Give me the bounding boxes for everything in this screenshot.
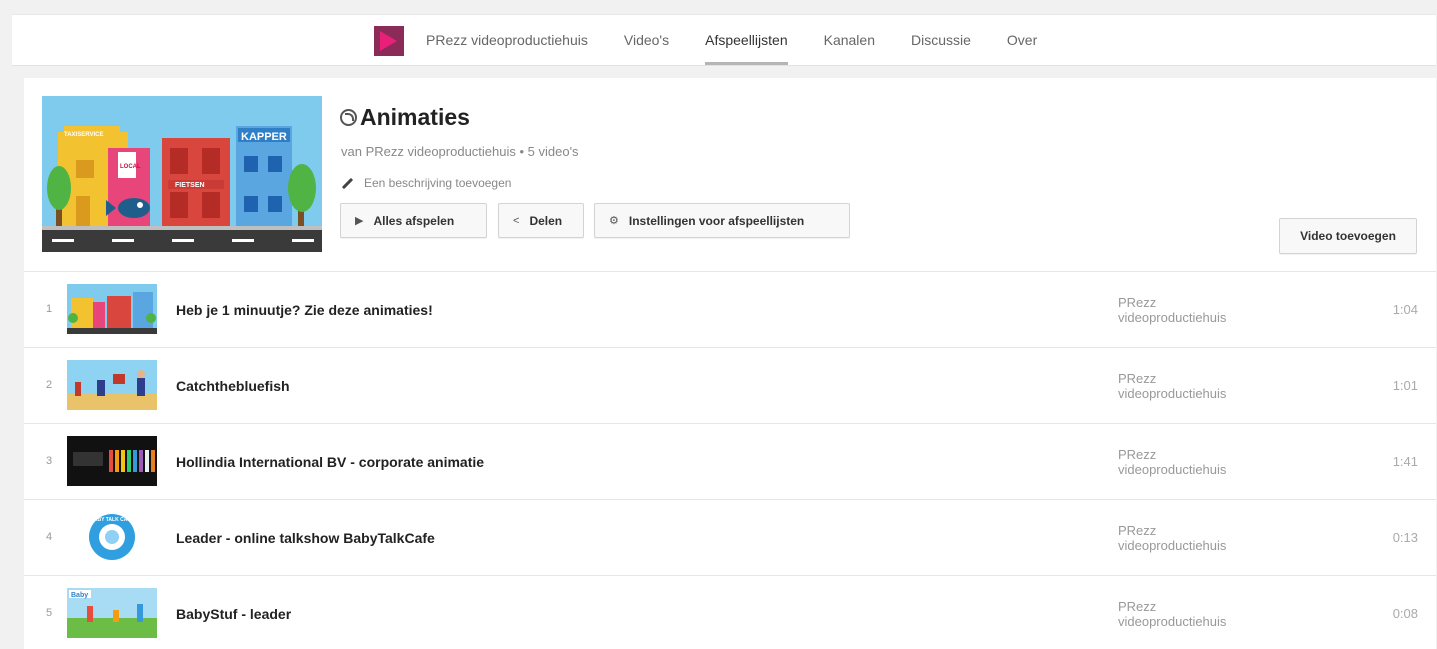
owner-line-2: videoproductiehuis: [1118, 386, 1227, 401]
playlist-settings-label: Instellingen voor afspeellijsten: [628, 213, 805, 228]
add-video-button[interactable]: Video toevoegen: [1279, 218, 1417, 254]
hero-sign-local: LOCAL: [120, 164, 141, 170]
video-owner[interactable]: PRezz videoproductiehuis: [1118, 447, 1268, 477]
video-title[interactable]: Hollindia International BV - corporate a…: [176, 454, 484, 470]
tab-playlists[interactable]: Afspeellijsten: [705, 15, 788, 67]
video-thumbnail[interactable]: [67, 284, 157, 334]
thumbnail-street-image: [67, 284, 157, 334]
owner-line-1: PRezz: [1118, 523, 1157, 538]
playlist-video-row[interactable]: 3 Hollindia International BV - corporate…: [24, 424, 1436, 500]
channel-nav: PRezz videoproductiehuis Video's Afspeel…: [374, 15, 1073, 67]
playlist-video-row[interactable]: 4 BABY TALK CAFE Leader - online talksho…: [24, 500, 1436, 576]
playlist-video-row[interactable]: 2 Catchthebluefish PRezz videoproductieh…: [24, 348, 1436, 424]
video-title[interactable]: BabyStuf - leader: [176, 606, 291, 622]
play-icon: ▶: [355, 215, 364, 227]
playlist-panel: TAXISERVICE LOCAL FIETSEN KAPPER Animati…: [24, 78, 1436, 649]
playlist-settings-button[interactable]: ⚙ Instellingen voor afspeellijsten: [594, 203, 850, 238]
channel-nav-bar: PRezz videoproductiehuis Video's Afspeel…: [12, 14, 1436, 66]
playlist-header: TAXISERVICE LOCAL FIETSEN KAPPER Animati…: [24, 78, 1436, 272]
share-button[interactable]: < Delen: [498, 203, 584, 238]
thumbnail-babystuf-image: Baby: [67, 588, 157, 638]
video-owner[interactable]: PRezz videoproductiehuis: [1118, 371, 1268, 401]
play-all-label: Alles afspelen: [373, 213, 455, 228]
video-index: 1: [46, 303, 53, 315]
tab-videos[interactable]: Video's: [624, 15, 669, 67]
video-thumbnail[interactable]: Baby: [67, 588, 157, 638]
owner-line-2: videoproductiehuis: [1118, 310, 1227, 325]
video-owner[interactable]: PRezz videoproductiehuis: [1118, 295, 1268, 325]
playlist-video-row[interactable]: 1 Heb je 1 minuutje? Zie deze animaties!…: [24, 272, 1436, 348]
video-thumbnail[interactable]: BABY TALK CAFE: [67, 512, 157, 562]
add-description-label: Een beschrijving toevoegen: [364, 176, 512, 190]
playlist-thumbnail[interactable]: TAXISERVICE LOCAL FIETSEN KAPPER: [42, 96, 322, 252]
video-index: 2: [46, 379, 53, 391]
owner-line-1: PRezz: [1118, 599, 1157, 614]
owner-line-2: videoproductiehuis: [1118, 538, 1227, 553]
video-title[interactable]: Leader - online talkshow BabyTalkCafe: [176, 530, 435, 546]
hero-sign-taxi: TAXISERVICE: [64, 132, 103, 138]
owner-line-2: videoproductiehuis: [1118, 614, 1227, 629]
babystuf-logo-text: Baby: [71, 592, 88, 599]
video-index: 3: [46, 455, 53, 467]
thumbnail-fish-image: [67, 360, 157, 410]
video-thumbnail[interactable]: [67, 436, 157, 486]
owner-line-1: PRezz: [1118, 295, 1157, 310]
add-video-label: Video toevoegen: [1300, 229, 1396, 243]
public-globe-icon: [340, 109, 357, 126]
thumbnail-bars-image: [67, 436, 157, 486]
tab-channel-home[interactable]: PRezz videoproductiehuis: [426, 15, 588, 67]
tab-channels[interactable]: Kanalen: [824, 15, 875, 67]
video-duration: 0:08: [1392, 606, 1418, 621]
owner-line-2: videoproductiehuis: [1118, 462, 1227, 477]
tab-discussion[interactable]: Discussie: [911, 15, 971, 67]
video-index: 4: [46, 531, 53, 543]
channel-logo-icon[interactable]: [374, 26, 404, 56]
play-all-button[interactable]: ▶ Alles afspelen: [340, 203, 487, 238]
video-owner[interactable]: PRezz videoproductiehuis: [1118, 599, 1268, 629]
video-owner[interactable]: PRezz videoproductiehuis: [1118, 523, 1268, 553]
video-duration: 1:01: [1392, 378, 1418, 393]
add-description-link[interactable]: Een beschrijving toevoegen: [341, 176, 511, 190]
share-icon: <: [513, 214, 520, 227]
hero-sign-fietsen: FIETSEN: [175, 182, 205, 189]
pencil-icon: [341, 177, 354, 189]
video-duration: 0:13: [1392, 530, 1418, 545]
playlist-video-row[interactable]: 5 Baby BabyStuf - leader PRezz videoprod…: [24, 576, 1436, 649]
video-duration: 1:41: [1392, 454, 1418, 469]
tab-about[interactable]: Over: [1007, 15, 1037, 67]
playlist-byline: van PRezz videoproductiehuis • 5 video's: [341, 144, 579, 159]
street-illustration: TAXISERVICE LOCAL FIETSEN KAPPER: [42, 96, 322, 252]
playlist-title-text: Animaties: [360, 104, 470, 130]
video-duration: 1:04: [1392, 302, 1418, 317]
owner-line-1: PRezz: [1118, 371, 1157, 386]
playlist-title: Animaties: [340, 104, 470, 131]
thumbnail-babytalk-logo: BABY TALK CAFE: [67, 512, 157, 562]
share-label: Delen: [529, 213, 563, 228]
video-title[interactable]: Heb je 1 minuutje? Zie deze animaties!: [176, 302, 433, 318]
babytalk-logo-text: BABY TALK CAFE: [90, 517, 134, 523]
hero-sign-kapper: KAPPER: [241, 131, 287, 143]
video-title[interactable]: Catchthebluefish: [176, 378, 290, 394]
gear-icon: ⚙: [609, 215, 619, 227]
owner-line-1: PRezz: [1118, 447, 1157, 462]
video-index: 5: [46, 607, 53, 619]
video-thumbnail[interactable]: [67, 360, 157, 410]
